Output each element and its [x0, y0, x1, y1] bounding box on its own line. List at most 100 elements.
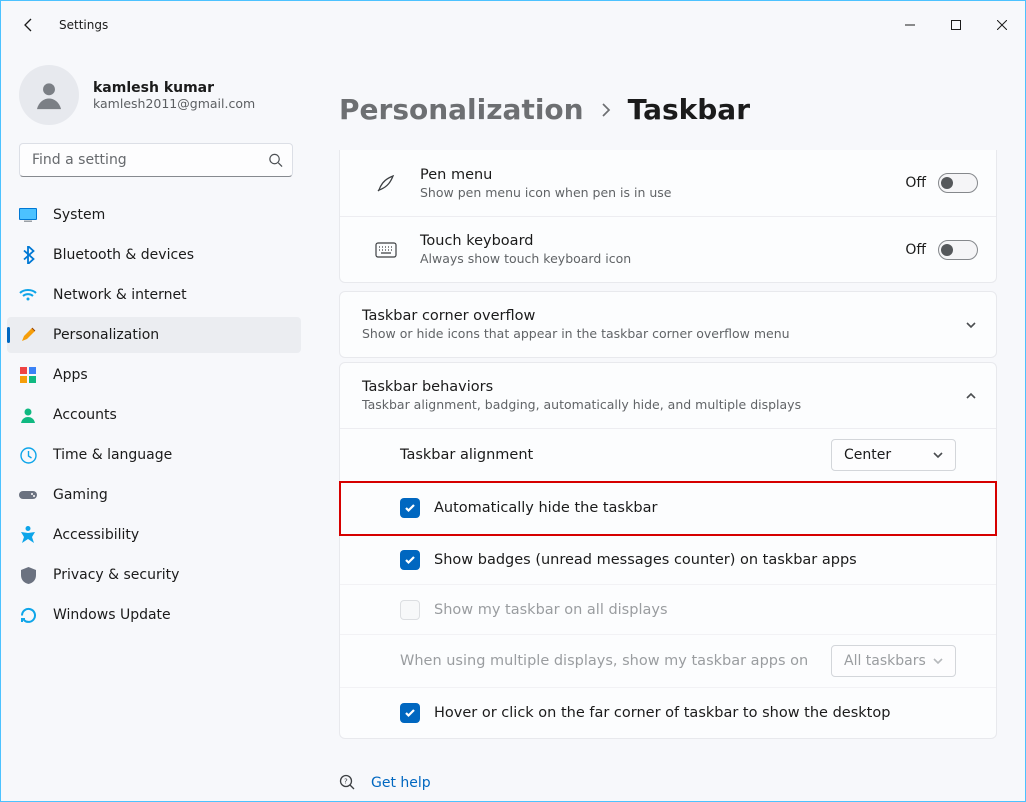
search-icon [268, 153, 283, 168]
chevron-down-icon [931, 654, 945, 668]
update-icon [19, 606, 37, 624]
keyboard-icon [362, 242, 410, 258]
taskbar-behaviors-expander: Taskbar behaviors Taskbar alignment, bad… [339, 362, 997, 739]
setting-label: Show my taskbar on all displays [434, 602, 956, 618]
give-feedback-link[interactable]: Give feedback [339, 799, 997, 801]
setting-title: Taskbar corner overflow [362, 308, 954, 324]
titlebar: Settings [1, 1, 1025, 49]
all-displays-checkbox [400, 600, 420, 620]
hover-corner-checkbox[interactable] [400, 703, 420, 723]
pen-menu-row[interactable]: Pen menu Show pen menu icon when pen is … [340, 150, 996, 216]
chevron-up-icon [964, 389, 978, 403]
profile[interactable]: kamlesh kumar kamlesh2011@gmail.com [1, 57, 311, 143]
taskbar-behaviors-header[interactable]: Taskbar behaviors Taskbar alignment, bad… [340, 363, 996, 428]
setting-label: Show badges (unread messages counter) on… [434, 552, 956, 568]
sidebar-item-privacy[interactable]: Privacy & security [7, 557, 301, 593]
toggle-state: Off [905, 242, 926, 258]
search-box[interactable] [19, 143, 293, 177]
setting-title: Taskbar behaviors [362, 379, 954, 395]
sidebar-item-accessibility[interactable]: Accessibility [7, 517, 301, 553]
select-value: Center [844, 447, 891, 463]
profile-email: kamlesh2011@gmail.com [93, 96, 255, 111]
app-title: Settings [59, 18, 108, 32]
minimize-button[interactable] [887, 3, 933, 47]
breadcrumb-parent[interactable]: Personalization [339, 93, 584, 126]
touch-keyboard-row[interactable]: Touch keyboard Always show touch keyboar… [340, 216, 996, 282]
sidebar-item-bluetooth[interactable]: Bluetooth & devices [7, 237, 301, 273]
pen-icon [362, 172, 410, 194]
setting-desc: Show pen menu icon when pen is in use [420, 185, 895, 200]
sidebar-item-time-language[interactable]: Time & language [7, 437, 301, 473]
bluetooth-icon [19, 246, 37, 264]
gamepad-icon [19, 486, 37, 504]
setting-desc: Taskbar alignment, badging, automaticall… [362, 397, 954, 412]
footer-links: ? Get help Give feedback [339, 767, 997, 801]
sidebar-item-apps[interactable]: Apps [7, 357, 301, 393]
sidebar-item-label: Time & language [53, 447, 172, 463]
setting-label: When using multiple displays, show my ta… [400, 653, 831, 669]
person-icon [19, 406, 37, 424]
all-displays-row: Show my taskbar on all displays [340, 585, 996, 635]
taskbar-alignment-select[interactable]: Center [831, 439, 956, 471]
sidebar-item-label: Bluetooth & devices [53, 247, 194, 263]
show-badges-row[interactable]: Show badges (unread messages counter) on… [340, 535, 996, 585]
sidebar-item-label: System [53, 207, 105, 223]
back-icon[interactable] [21, 17, 37, 33]
paintbrush-icon [19, 326, 37, 344]
chevron-right-icon [600, 102, 612, 118]
wifi-icon [19, 286, 37, 304]
setting-title: Pen menu [420, 167, 895, 183]
taskbar-overflow-expander[interactable]: Taskbar corner overflow Show or hide ico… [339, 291, 997, 358]
sidebar-item-personalization[interactable]: Personalization [7, 317, 301, 353]
apps-icon [19, 366, 37, 384]
setting-desc: Show or hide icons that appear in the ta… [362, 326, 954, 341]
sidebar-item-label: Accessibility [53, 527, 139, 543]
svg-text:?: ? [344, 778, 348, 786]
sidebar-item-label: Gaming [53, 487, 108, 503]
auto-hide-checkbox[interactable] [400, 498, 420, 518]
sidebar-item-windows-update[interactable]: Windows Update [7, 597, 301, 633]
sidebar-item-label: Windows Update [53, 607, 171, 623]
sidebar-item-gaming[interactable]: Gaming [7, 477, 301, 513]
setting-desc: Always show touch keyboard icon [420, 251, 895, 266]
breadcrumb: Personalization Taskbar [339, 93, 997, 126]
close-button[interactable] [979, 3, 1025, 47]
sidebar-item-accounts[interactable]: Accounts [7, 397, 301, 433]
main-content: Personalization Taskbar Pen menu Show pe… [311, 49, 1025, 801]
help-icon: ? [339, 774, 357, 792]
setting-label: Hover or click on the far corner of task… [434, 705, 956, 721]
shield-icon [19, 566, 37, 584]
breadcrumb-current: Taskbar [628, 93, 750, 126]
taskbar-alignment-row: Taskbar alignment Center [340, 429, 996, 482]
link-text: Get help [371, 775, 431, 791]
sidebar-item-network[interactable]: Network & internet [7, 277, 301, 313]
sidebar-item-label: Network & internet [53, 287, 187, 303]
setting-label: Automatically hide the taskbar [434, 500, 956, 516]
pen-menu-toggle[interactable] [938, 173, 978, 193]
sidebar-item-label: Apps [53, 367, 88, 383]
profile-name: kamlesh kumar [93, 80, 255, 96]
touch-keyboard-toggle[interactable] [938, 240, 978, 260]
get-help-link[interactable]: ? Get help [339, 767, 997, 799]
setting-title: Touch keyboard [420, 233, 895, 249]
search-input[interactable] [19, 143, 293, 177]
hover-corner-row[interactable]: Hover or click on the far corner of task… [340, 688, 996, 738]
accessibility-icon [19, 526, 37, 544]
chevron-down-icon [931, 448, 945, 462]
select-value: All taskbars [844, 653, 926, 669]
sidebar: kamlesh kumar kamlesh2011@gmail.com Syst… [1, 49, 311, 801]
system-icon [19, 206, 37, 224]
maximize-button[interactable] [933, 3, 979, 47]
globe-clock-icon [19, 446, 37, 464]
sidebar-item-system[interactable]: System [7, 197, 301, 233]
toggle-state: Off [905, 175, 926, 191]
setting-label: Taskbar alignment [400, 447, 831, 463]
auto-hide-row[interactable]: Automatically hide the taskbar [340, 482, 996, 535]
nav: System Bluetooth & devices Network & int… [1, 193, 311, 633]
sidebar-item-label: Privacy & security [53, 567, 179, 583]
show-badges-checkbox[interactable] [400, 550, 420, 570]
sidebar-item-label: Accounts [53, 407, 117, 423]
sidebar-item-label: Personalization [53, 327, 159, 343]
multi-display-apps-row: When using multiple displays, show my ta… [340, 635, 996, 688]
chevron-down-icon [964, 318, 978, 332]
